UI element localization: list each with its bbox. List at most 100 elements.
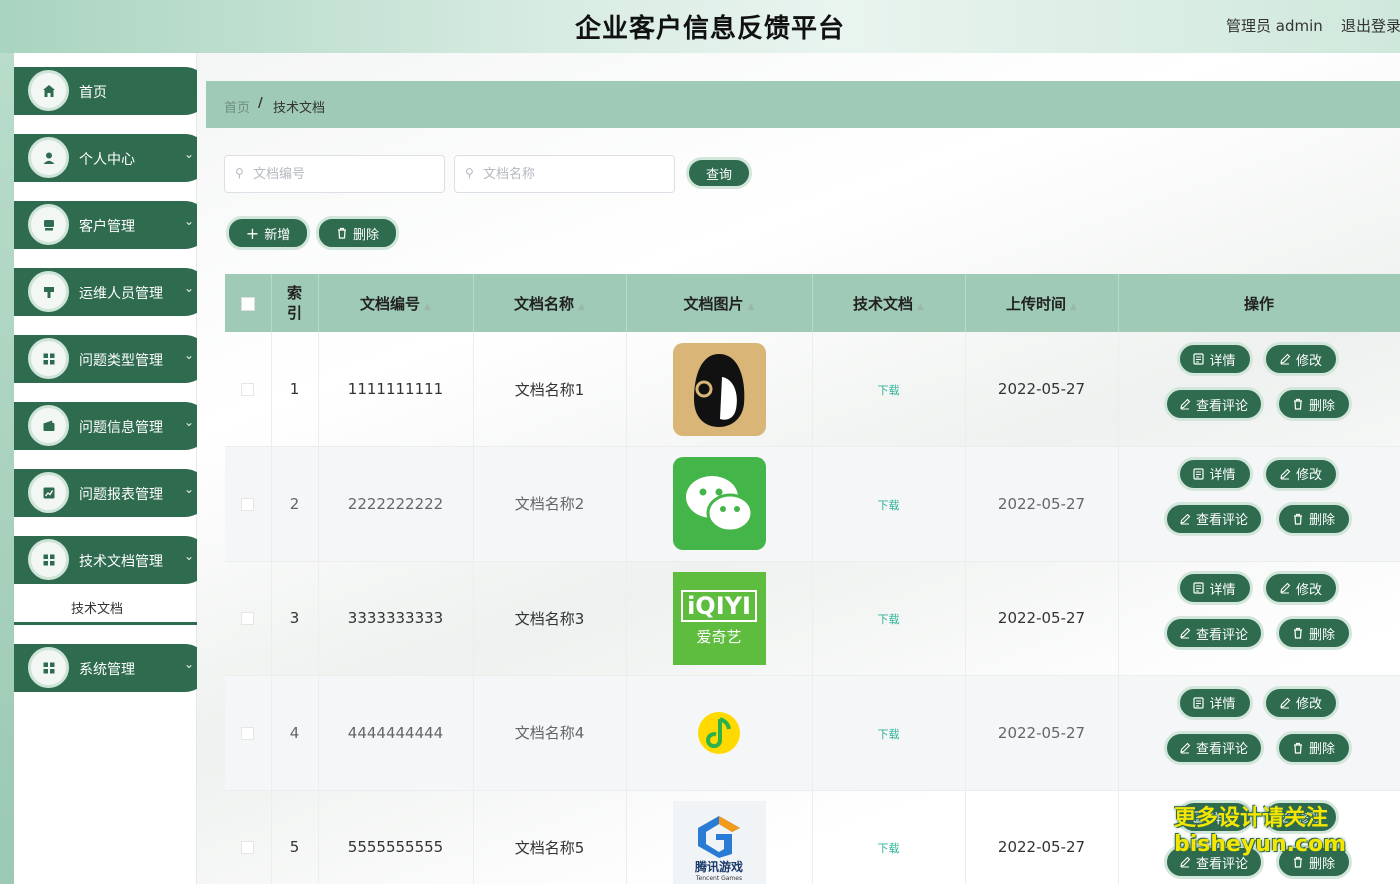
edit-icon [1279,353,1291,365]
view-comments-label: 查看评论 [1196,624,1248,643]
sidebar-item-issue-type[interactable]: 问题类型管理 ⌄ [14,335,209,383]
detail-button[interactable]: 详情 [1177,571,1253,605]
batch-delete-button[interactable]: 删除 [316,216,399,250]
current-user: 管理员 admin [1226,15,1323,36]
upload-time-cell: 2022-05-27 [965,790,1118,884]
download-link[interactable]: 下载 [878,499,900,512]
edit-button[interactable]: 修改 [1263,342,1339,376]
delete-button[interactable]: 删除 [1276,616,1352,650]
delete-button[interactable]: 删除 [1276,387,1352,421]
sidebar-item-label: 客户管理 [79,216,135,236]
add-label: 新增 [264,224,290,243]
sidebar-item-ops-staff[interactable]: 运维人员管理 ⌄ [14,268,209,316]
detail-button[interactable]: 详情 [1177,686,1253,720]
row-checkbox[interactable] [241,498,254,511]
doc-no-cell: 2222222222 [318,447,473,562]
edit-icon [1279,468,1291,480]
edit-button[interactable]: 修改 [1263,686,1339,720]
doc-name-search[interactable]: ⚲ [454,155,675,193]
row-select-cell[interactable] [225,676,271,791]
watermark-line1: 更多设计请关注 [1174,806,1346,832]
trash-icon [1292,513,1304,525]
col-upload-time[interactable]: 上传时间▲ [965,274,1118,332]
row-select-cell[interactable] [225,790,271,884]
view-comments-button[interactable]: 查看评论 [1164,731,1264,765]
view-comments-button[interactable]: 查看评论 [1164,387,1264,421]
edit-button[interactable]: 修改 [1263,571,1339,605]
breadcrumb-home[interactable]: 首页 [224,97,250,116]
table-row: 11111111111文档名称1下载2022-05-27详情修改查看评论删除 [225,332,1400,447]
sidebar-item-customer[interactable]: 客户管理 ⌄ [14,201,209,249]
sort-icon[interactable]: ▲ [578,302,585,312]
detail-button[interactable]: 详情 [1177,342,1253,376]
sidebar-subitem-tech-doc[interactable]: 技术文档 [71,598,123,617]
sidebar-item-tech-doc[interactable]: 技术文档管理 ⌄ [14,536,209,584]
row-select-cell[interactable] [225,561,271,676]
doc-name-cell: 文档名称2 [473,447,626,562]
wechat-app-icon[interactable] [627,457,812,550]
sidebar-item-home[interactable]: 首页 [14,67,209,115]
col-doc-image[interactable]: 文档图片▲ [626,274,812,332]
delete-button[interactable]: 删除 [1276,502,1352,536]
doc-no-search[interactable]: ⚲ [224,155,445,193]
col-doc-name-label: 文档名称 [514,295,574,313]
download-link[interactable]: 下载 [878,384,900,397]
view-comments-button[interactable]: 查看评论 [1164,502,1264,536]
search-icon: ⚲ [235,166,244,180]
top-bar: 企业客户信息反馈平台 管理员 admin 退出登录 [0,0,1400,53]
detail-button[interactable]: 详情 [1177,457,1253,491]
iqiyi-app-icon[interactable]: iQIYI爱奇艺 [627,572,812,665]
grid-icon [28,539,69,580]
col-doc-name[interactable]: 文档名称 ▲ [473,274,626,332]
doc-name-input[interactable] [483,164,663,184]
breadcrumb-separator: / [258,96,263,111]
breadcrumb-current: 技术文档 [273,97,325,116]
edit-icon [1179,398,1191,410]
col-doc-no[interactable]: 文档编号▲ [318,274,473,332]
download-link[interactable]: 下载 [878,728,900,741]
tencent-games-cn-text: 腾讯游戏 [695,858,743,875]
select-all-checkbox[interactable] [241,297,255,311]
table-header-row: 索引 文档编号▲ 文档名称▲ 文档图片▲ 技术文档▲ 上传时间▲ 操作 [225,274,1400,332]
sidebar-item-issue-report[interactable]: 问题报表管理 ⌄ [14,469,209,517]
row-checkbox[interactable] [241,841,254,854]
row-select-cell[interactable] [225,332,271,447]
sidebar-item-label: 技术文档管理 [79,551,163,571]
sort-icon[interactable]: ▲ [424,302,431,312]
download-link[interactable]: 下载 [878,842,900,855]
penguin-app-icon[interactable] [627,343,812,436]
edit-label: 修改 [1296,350,1322,369]
view-comments-button[interactable]: 查看评论 [1164,616,1264,650]
index-cell: 1 [271,332,318,447]
sidebar-item-personal-center[interactable]: 个人中心 ⌄ [14,134,209,182]
col-tech-doc[interactable]: 技术文档▲ [812,274,965,332]
trash-icon [336,227,348,239]
sidebar-item-label: 问题类型管理 [79,350,163,370]
sidebar-item-issue-info[interactable]: 问题信息管理 ⌄ [14,402,209,450]
download-link[interactable]: 下载 [878,613,900,626]
delete-button[interactable]: 删除 [1276,731,1352,765]
qq-music-app-icon[interactable] [627,686,812,779]
row-checkbox[interactable] [241,727,254,740]
sidebar-item-label: 问题信息管理 [79,417,163,437]
add-button[interactable]: + 新增 [226,216,310,250]
logout-link[interactable]: 退出登录 [1341,15,1400,36]
query-button[interactable]: 查询 [686,157,752,189]
doc-no-input[interactable] [253,164,433,184]
grid-icon [28,647,69,688]
row-checkbox[interactable] [241,612,254,625]
row-checkbox[interactable] [241,383,254,396]
sort-icon[interactable]: ▲ [748,302,755,312]
sort-icon[interactable]: ▲ [917,302,924,312]
detail-label: 详情 [1209,693,1235,712]
edit-button[interactable]: 修改 [1263,457,1339,491]
sidebar-item-label: 运维人员管理 [79,283,163,303]
doc-name-cell: 文档名称5 [473,790,626,884]
row-select-cell[interactable] [225,447,271,562]
sort-icon[interactable]: ▲ [1070,302,1077,312]
select-all-cell[interactable] [225,274,271,332]
chevron-down-icon: ⌄ [184,549,194,563]
delete-label: 删除 [353,224,379,243]
tencent-games-app-icon[interactable]: 腾讯游戏Tencent Games [627,801,812,884]
sidebar-item-system[interactable]: 系统管理 ⌄ [14,644,209,692]
